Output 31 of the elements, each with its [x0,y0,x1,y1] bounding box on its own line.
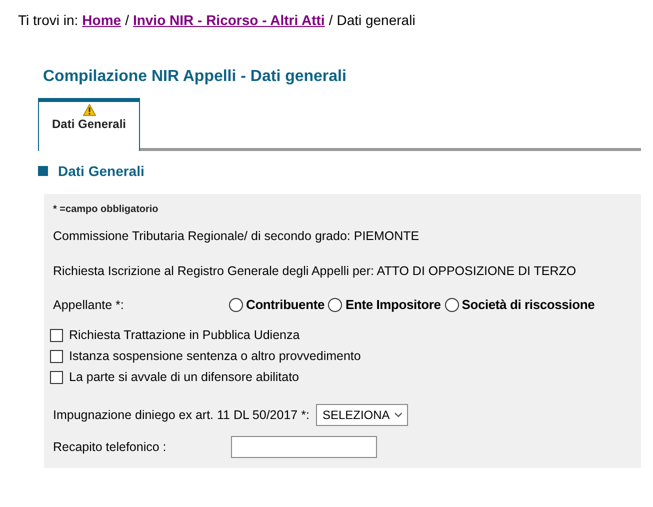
section-title: Dati Generali [58,163,144,179]
checkbox[interactable] [50,328,63,342]
radio-option[interactable]: Società di riscossione [444,297,595,312]
breadcrumb-link[interactable]: Home [82,12,122,28]
field-label: Recapito telefonico : [53,440,168,454]
radio-button[interactable] [229,298,243,312]
checkbox[interactable] [50,350,63,362]
square-icon [38,166,48,176]
phone-field[interactable] [231,436,377,458]
checkbox[interactable] [50,370,63,384]
field-label: Appellante *: [53,298,125,312]
breadcrumb-label: Ti trovi in: [18,12,78,28]
info-text: Richiesta Iscrizione al Registro Generale degli Appelli per: ATTO DI OPPOSIZIONE DI TERZO [53,264,578,278]
required-note: * =campo obbligatorio [53,204,160,215]
tab[interactable]: Dati Generali [38,98,140,151]
checkbox-label: Istanza sospensione sentenza o altro provvedimento [69,349,361,363]
field-label: Impugnazione diniego ex art. 11 DL 50/2017 *: [53,408,310,422]
radio-option[interactable]: Contribuente [229,297,324,312]
breadcrumb-separator: / [328,12,333,28]
breadcrumb-current: Dati generali [336,12,416,28]
radio-option[interactable]: Ente Impositore [328,297,441,312]
radio-button[interactable] [328,298,342,312]
chevron-down-icon [394,412,402,418]
checkbox-label: La parte si avvale di un difensore abilitato [69,370,300,384]
breadcrumb-separator: / [125,12,129,28]
breadcrumb-link[interactable]: Invio NIR - Ricorso - Altri Atti [132,12,325,28]
page-title: Compilazione NIR Appelli - Dati generali [43,68,348,86]
checkbox-label: Richiesta Trattazione in Pubblica Udienza [69,328,300,342]
radio-button[interactable] [444,298,459,312]
info-text: Commissione Tributaria Regionale/ di secondo grado: PIEMONTE [53,229,420,243]
select-dropdown[interactable]: SELEZIONA [316,404,408,426]
